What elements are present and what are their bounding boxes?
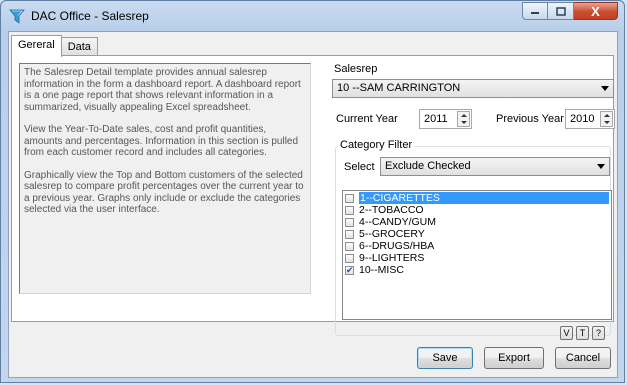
close-icon: X: [591, 3, 600, 19]
list-item-label: 9--LIGHTERS: [359, 252, 425, 264]
title-bar[interactable]: DAC Office - Salesrep X: [1, 1, 624, 31]
checkmark-icon: ✔: [346, 264, 354, 275]
list-item[interactable]: 1--CIGARETTES: [345, 192, 609, 204]
app-window: DAC Office - Salesrep X Gereral Data The…: [0, 0, 625, 383]
list-item[interactable]: 9--LIGHTERS: [345, 252, 609, 264]
v-button[interactable]: V: [560, 326, 573, 340]
t-button[interactable]: T: [576, 326, 589, 340]
spin-up-icon: [461, 114, 467, 117]
list-item[interactable]: 5--GROCERY: [345, 228, 609, 240]
description-paragraph-2: View the Year-To-Date sales, cost and pr…: [24, 124, 299, 158]
list-item-label: 5--GROCERY: [359, 228, 425, 240]
description-box: The Salesrep Detail template provides an…: [19, 63, 311, 294]
minimize-icon: [531, 12, 539, 14]
list-item[interactable]: 4--CANDY/GUM: [345, 216, 609, 228]
help-button[interactable]: ?: [592, 326, 605, 340]
app-logo-icon: [9, 9, 25, 24]
description-paragraph-1: The Salesrep Detail template provides an…: [24, 67, 301, 113]
current-year-value: 2011: [424, 113, 448, 125]
checkbox[interactable]: [345, 241, 354, 251]
window-title: DAC Office - Salesrep: [31, 9, 149, 23]
current-year-spinner[interactable]: 2011: [419, 109, 472, 129]
checkbox[interactable]: [345, 205, 354, 215]
chevron-down-icon: [601, 86, 609, 91]
current-year-label: Current Year: [336, 113, 398, 125]
client-area: Gereral Data The Salesrep Detail templat…: [8, 31, 618, 378]
tab-general[interactable]: Gereral: [11, 35, 62, 57]
salesrep-value: 10 --SAM CARRINGTON: [337, 82, 461, 94]
minimize-button[interactable]: [522, 2, 548, 20]
salesrep-dropdown[interactable]: 10 --SAM CARRINGTON: [332, 79, 614, 98]
chevron-down-icon: [597, 164, 605, 169]
cancel-button[interactable]: Cancel: [555, 347, 611, 369]
list-item[interactable]: 6--DRUGS/HBA: [345, 240, 609, 252]
filter-mode-value: Exclude Checked: [385, 160, 471, 172]
filter-mode-dropdown[interactable]: Exclude Checked: [380, 157, 610, 176]
checkbox[interactable]: [345, 193, 354, 203]
previous-year-spinner[interactable]: 2010: [565, 109, 615, 129]
tab-data[interactable]: Data: [60, 37, 98, 56]
checkbox[interactable]: [345, 217, 354, 227]
list-item-label: 4--CANDY/GUM: [359, 216, 437, 228]
previous-year-label: Previous Year: [496, 113, 564, 125]
spinner-buttons[interactable]: [457, 111, 470, 127]
select-label: Select: [344, 161, 375, 173]
category-filter-legend: Category Filter: [338, 139, 415, 151]
general-tab-panel: The Salesrep Detail template provides an…: [11, 55, 615, 336]
list-item[interactable]: 2--TOBACCO: [345, 204, 609, 216]
list-item-label: 2--TOBACCO: [359, 204, 424, 216]
list-item-label: 10--MISC: [359, 264, 404, 276]
save-button[interactable]: Save: [417, 347, 473, 369]
checkbox[interactable]: [345, 229, 354, 239]
close-button[interactable]: X: [574, 2, 618, 20]
description-paragraph-3: Graphically view the Top and Bottom cust…: [24, 169, 304, 216]
spinner-buttons[interactable]: [600, 111, 613, 127]
export-button[interactable]: Export: [484, 347, 544, 369]
maximize-icon: [555, 6, 566, 16]
list-item[interactable]: ✔ 10--MISC: [345, 264, 609, 276]
list-item-label: 6--DRUGS/HBA: [359, 240, 435, 252]
category-checklist[interactable]: 1--CIGARETTES 2--TOBACCO 4--CANDY/GUM 5-…: [342, 190, 612, 320]
list-item-label: 1--CIGARETTES: [359, 192, 609, 204]
checkbox-checked[interactable]: ✔: [345, 264, 354, 275]
previous-year-value: 2010: [570, 113, 595, 125]
spin-up-icon: [604, 114, 610, 117]
checkbox[interactable]: [345, 253, 354, 263]
salesrep-label: Salesrep: [334, 63, 378, 75]
spin-down-icon: [604, 121, 610, 124]
spin-down-icon: [461, 121, 467, 124]
maximize-button[interactable]: [548, 2, 574, 20]
